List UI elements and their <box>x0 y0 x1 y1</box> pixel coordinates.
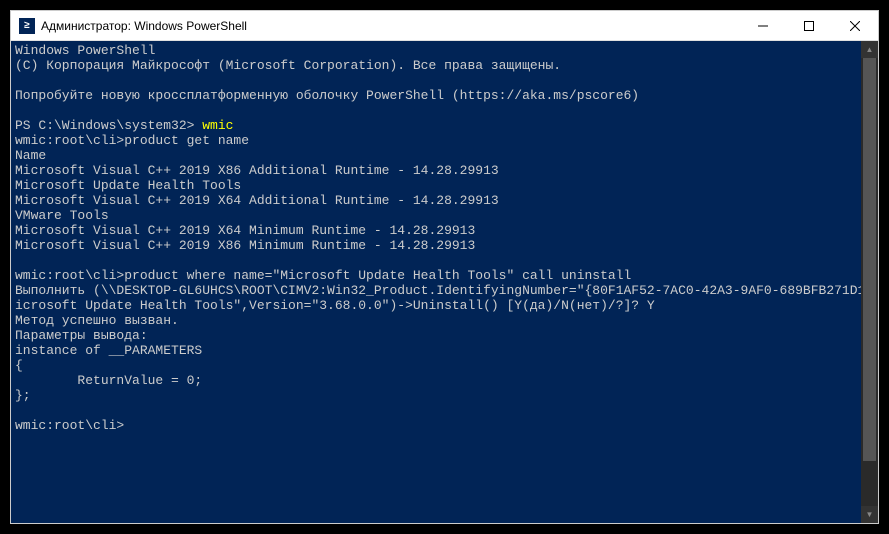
wmic-prompt: wmic:root\cli> <box>15 133 124 148</box>
scroll-up-button[interactable]: ▲ <box>861 41 878 58</box>
ps-prompt: PS C:\Windows\system32> <box>15 118 202 133</box>
product-row: Microsoft Visual C++ 2019 X86 Additional… <box>15 163 499 178</box>
method-called-line: Метод успешно вызван. <box>15 313 179 328</box>
return-value-line: ReturnValue = 0; <box>15 373 202 388</box>
scrollbar[interactable]: ▲ ▼ <box>861 41 878 523</box>
scroll-track[interactable] <box>861 58 878 506</box>
product-row: Microsoft Update Health Tools <box>15 178 241 193</box>
exec-line: Выполнить (\\DESKTOP-GL6UHCS\ROOT\CIMV2:… <box>15 283 861 298</box>
close-button[interactable] <box>832 11 878 40</box>
uninstall-command: product where name="Microsoft Update Hea… <box>124 268 631 283</box>
minimize-button[interactable] <box>740 11 786 40</box>
brace-close: }; <box>15 388 31 403</box>
scroll-down-button[interactable]: ▼ <box>861 506 878 523</box>
try-new-line: Попробуйте новую кроссплатформенную обол… <box>15 88 639 103</box>
output-params-line: Параметры вывода: <box>15 328 148 343</box>
brace-open: { <box>15 358 23 373</box>
instance-line: instance of __PARAMETERS <box>15 343 202 358</box>
titlebar: ≥ Администратор: Windows PowerShell <box>11 11 878 41</box>
product-row: Microsoft Visual C++ 2019 X64 Minimum Ru… <box>15 223 475 238</box>
wmic-command: wmic <box>202 118 233 133</box>
header-line: Windows PowerShell <box>15 43 155 58</box>
exec-line: icrosoft Update Health Tools",Version="3… <box>15 298 655 313</box>
product-row: Microsoft Visual C++ 2019 X64 Additional… <box>15 193 499 208</box>
window-title: Администратор: Windows PowerShell <box>41 19 247 33</box>
window-controls <box>740 11 878 40</box>
powershell-icon: ≥ <box>19 18 35 34</box>
wmic-prompt: wmic:root\cli> <box>15 418 124 433</box>
terminal-wrapper: Windows PowerShell (C) Корпорация Майкро… <box>11 41 878 523</box>
copyright-line: (C) Корпорация Майкрософт (Microsoft Cor… <box>15 58 561 73</box>
product-get-command: product get name <box>124 133 249 148</box>
wmic-prompt: wmic:root\cli> <box>15 268 124 283</box>
titlebar-left: ≥ Администратор: Windows PowerShell <box>19 18 247 34</box>
terminal-output[interactable]: Windows PowerShell (C) Корпорация Майкро… <box>11 41 861 523</box>
product-row: Microsoft Visual C++ 2019 X86 Minimum Ru… <box>15 238 475 253</box>
powershell-window: ≥ Администратор: Windows PowerShell Wind… <box>10 10 879 524</box>
scroll-thumb[interactable] <box>863 58 876 461</box>
column-header: Name <box>15 148 46 163</box>
product-row: VMware Tools <box>15 208 109 223</box>
maximize-button[interactable] <box>786 11 832 40</box>
